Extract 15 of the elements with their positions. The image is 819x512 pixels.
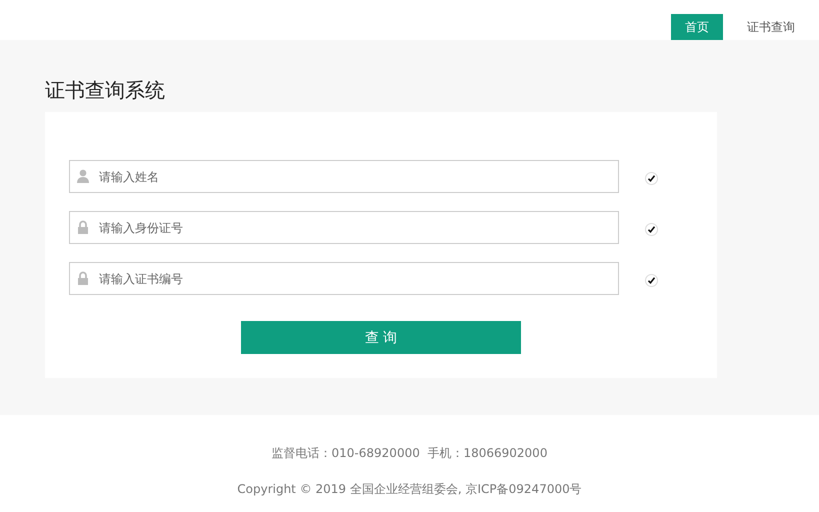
- lock-icon: [76, 271, 90, 285]
- check-icon: [645, 172, 658, 185]
- user-icon: [76, 169, 90, 183]
- input-field[interactable]: 请输入证书编号: [69, 262, 619, 295]
- nav-tab[interactable]: 首页: [671, 14, 723, 40]
- search-button[interactable]: 查 询: [241, 321, 521, 354]
- check-icon: [645, 223, 658, 236]
- lock-icon: [76, 220, 90, 234]
- footer-text: 监督电话：010-68920000 手机：18066902000: [272, 445, 548, 462]
- page-title: 证书查询系统: [45, 77, 166, 104]
- check-icon: [645, 274, 658, 287]
- footer-text: Copyright © 2019 全国企业经营组委会, 京ICP备09247000号: [237, 481, 582, 498]
- input-field[interactable]: 请输入姓名: [69, 160, 619, 193]
- input-field[interactable]: 请输入身份证号: [69, 211, 619, 244]
- nav-tab[interactable]: 证书查询: [733, 14, 809, 40]
